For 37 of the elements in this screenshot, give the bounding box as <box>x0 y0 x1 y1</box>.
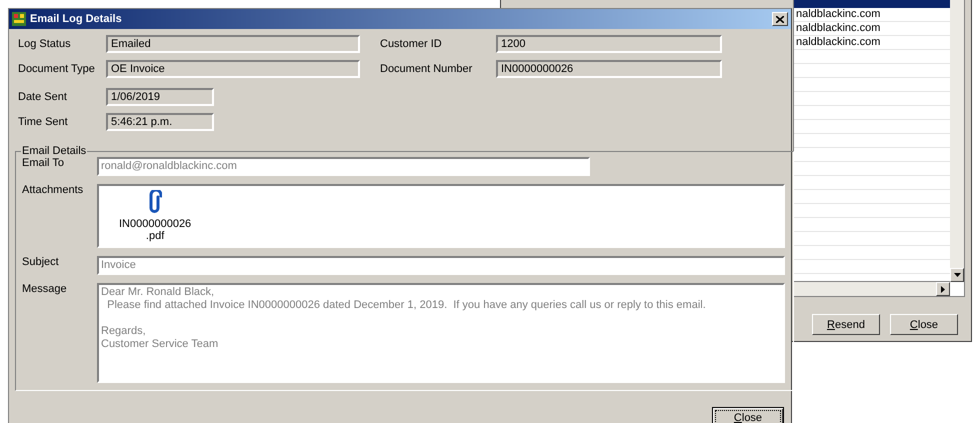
message-field[interactable]: Dear Mr. Ronald Black, Please find attached Invoice IN0000000026 dated December 1, 2019. If you have any queries call us or reply to this email. Regards, Customer Service Team <box>97 283 785 383</box>
close-button[interactable]: Close <box>890 314 958 335</box>
field-label: Time Sent <box>18 116 69 128</box>
group-title: Email Details <box>21 145 88 157</box>
vertical-scrollbar[interactable] <box>950 0 964 282</box>
close-icon <box>776 16 784 22</box>
readonly-field: Emailed <box>106 35 360 53</box>
close-button[interactable]: Close <box>712 407 784 423</box>
field-label: Subject <box>22 256 60 268</box>
field-label: Email To <box>22 157 65 169</box>
window-title: Email Log Details <box>30 13 122 25</box>
close-button[interactable] <box>772 12 788 26</box>
readonly-field: 5:46:21 p.m. <box>106 113 214 131</box>
horizontal-scrollbar[interactable] <box>794 281 950 296</box>
field-label: Attachments <box>22 184 84 196</box>
field-label: Log Status <box>18 38 72 50</box>
down-arrow-icon <box>954 273 960 277</box>
subject-field[interactable]: Invoice <box>97 256 785 275</box>
readonly-field: 1/06/2019 <box>106 88 214 106</box>
email-to-field[interactable]: ronald@ronaldblackinc.com <box>97 157 590 176</box>
resend-button[interactable]: Resend <box>812 314 880 335</box>
readonly-field: IN0000000026 <box>496 60 722 78</box>
list-row[interactable]: naldblackinc.com <box>794 22 950 36</box>
paperclip-icon <box>148 190 162 214</box>
attachment-file-name[interactable]: IN0000000026 .pdf <box>119 218 192 242</box>
field-label: Message <box>22 283 68 295</box>
list-row[interactable]: naldblackinc.com <box>794 8 950 22</box>
list-row[interactable]: naldblackinc.com <box>794 36 950 50</box>
app-icon <box>12 12 26 26</box>
readonly-field: 1200 <box>496 35 722 53</box>
attachments-box[interactable]: IN0000000026 .pdf <box>97 184 785 248</box>
right-arrow-icon <box>941 286 945 292</box>
field-label: Document Number <box>380 63 474 75</box>
field-label: Customer ID <box>380 38 443 50</box>
readonly-field: OE Invoice <box>106 60 360 78</box>
field-label: Date Sent <box>18 91 68 103</box>
field-label: Document Type <box>18 63 96 75</box>
